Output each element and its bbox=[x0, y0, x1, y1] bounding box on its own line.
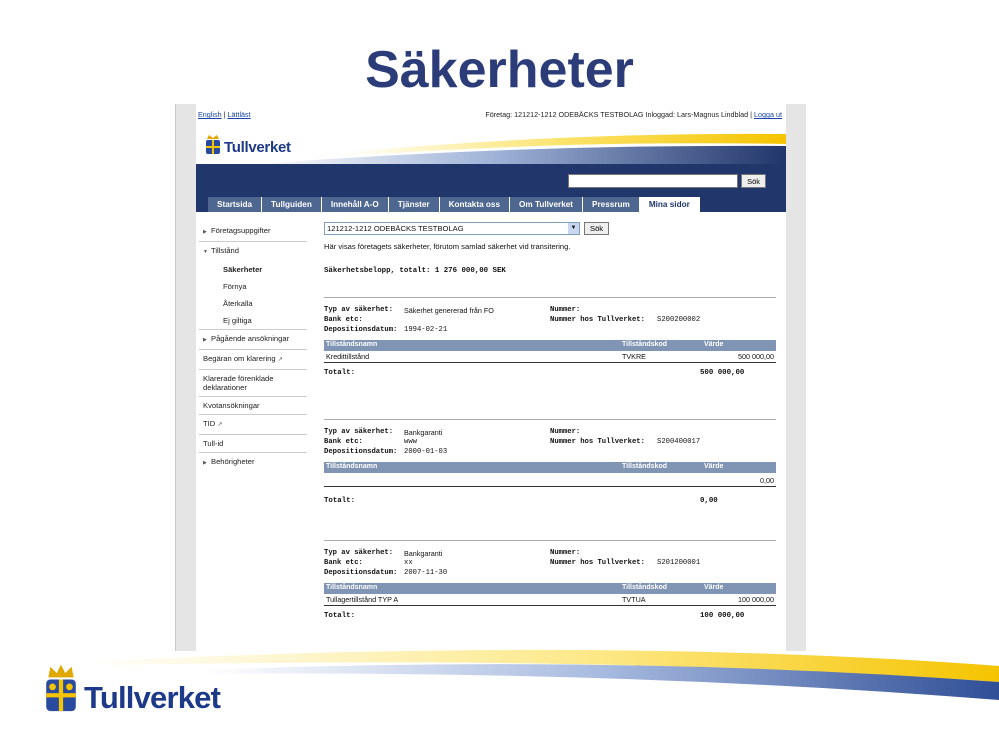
site-search: Sök bbox=[568, 174, 766, 188]
browser-screenshot: English | Lättläst Företag: 121212-1212 … bbox=[175, 104, 806, 651]
intro-text: Här visas företagets säkerheter, förutom… bbox=[324, 242, 571, 251]
main-tabs: Startsida Tullguiden Innehåll A-O Tjänst… bbox=[208, 197, 700, 212]
header-logo[interactable]: Tullverket bbox=[204, 134, 291, 156]
main-content: 121212-1212 ODEBÄCKS TESTBOLAG ▼ Sök Här … bbox=[324, 222, 776, 620]
sidebar-item-tillstand[interactable]: ▼ Tillstånd bbox=[199, 242, 307, 261]
sidebar-item-klarerade[interactable]: Klarerade förenklade deklarationer bbox=[199, 370, 307, 397]
sidebar-item-sakerheter[interactable]: Säkerheter bbox=[199, 261, 307, 278]
crown-shield-icon bbox=[46, 664, 76, 712]
block-total: Totalt: 0,00 bbox=[324, 497, 718, 505]
tab-pressrum[interactable]: Pressrum bbox=[583, 197, 640, 212]
tab-innehall[interactable]: Innehåll A-O bbox=[321, 197, 389, 212]
sidebar-item-foretagsuppgifter[interactable]: ▶ Företagsuppgifter bbox=[199, 222, 307, 242]
slide: Säkerheter English | Lättläst Företag: 1… bbox=[0, 0, 999, 749]
header-brand: Tullverket bbox=[224, 139, 291, 156]
sidebar-item-begaran[interactable]: Begäran om klarering ↗ bbox=[199, 350, 307, 370]
company-select[interactable]: 121212-1212 ODEBÄCKS TESTBOLAG ▼ bbox=[324, 222, 580, 235]
sidebar-item-ej-giltiga[interactable]: Ej giltiga bbox=[199, 312, 307, 330]
arrow-down-icon: ▼ bbox=[203, 249, 208, 255]
tab-startsida[interactable]: Startsida bbox=[208, 197, 263, 212]
crown-shield-icon bbox=[206, 135, 220, 154]
company-search-button[interactable]: Sök bbox=[584, 222, 610, 235]
tab-mina-sidor[interactable]: Mina sidor bbox=[639, 197, 700, 212]
sidebar-item-kvotansokningar[interactable]: Kvotansökningar bbox=[199, 397, 307, 415]
search-input[interactable] bbox=[568, 174, 739, 188]
arrow-right-icon: ▶ bbox=[203, 460, 207, 466]
footer-brand: Tullverket bbox=[84, 680, 221, 715]
table-row: 0,00 bbox=[324, 473, 776, 487]
chevron-down-icon: ▼ bbox=[568, 223, 579, 234]
sidebar-item-tid[interactable]: TID ↗ bbox=[199, 415, 307, 435]
tab-om-tullverket[interactable]: Om Tullverket bbox=[510, 197, 584, 212]
search-button[interactable]: Sök bbox=[741, 174, 766, 188]
tab-tullguiden[interactable]: Tullguiden bbox=[262, 197, 322, 212]
sidebar-item-pagaende[interactable]: ▶ Pågående ansökningar bbox=[199, 330, 307, 350]
security-block: Typ av säkerhet: Bankgaranti Nummer: Bank … bbox=[324, 419, 776, 509]
external-link-icon: ↗ bbox=[217, 422, 223, 428]
table-header: Tillståndsnamn Tillståndskod Värde bbox=[324, 340, 776, 351]
block-total: Totalt: 100 000,00 bbox=[324, 612, 745, 620]
table-row: Tullagertillstånd TYP A TVTUA 100 000,00 bbox=[324, 595, 776, 606]
table-header: Tillståndsnamn Tillståndskod Värde bbox=[324, 583, 776, 594]
table-header: Tillståndsnamn Tillståndskod Värde bbox=[324, 462, 776, 473]
total-security-amount: Säkerhetsbelopp, totalt: 1 276 000,00 SE… bbox=[324, 267, 506, 275]
block-total: Totalt: 500 000,00 bbox=[324, 369, 745, 377]
arrow-right-icon: ▶ bbox=[203, 229, 207, 235]
external-link-icon: ↗ bbox=[277, 357, 283, 363]
tab-tjanster[interactable]: Tjänster bbox=[388, 197, 440, 212]
slide-title: Säkerheter bbox=[365, 41, 634, 99]
sidebar-item-fornya[interactable]: Förnya bbox=[199, 278, 307, 295]
sidebar-item-tull-id[interactable]: Tull-id bbox=[199, 435, 307, 453]
tab-kontakta[interactable]: Kontakta oss bbox=[439, 197, 511, 212]
footer-logo: Tullverket bbox=[42, 664, 221, 716]
table-row: Kredittillstånd TVKRE 500 000,00 bbox=[324, 352, 776, 363]
web-page: English | Lättläst Företag: 121212-1212 … bbox=[196, 104, 786, 651]
sidebar: ▶ Företagsuppgifter ▼ Tillstånd Säkerheter… bbox=[199, 222, 307, 472]
security-block: Typ av säkerhet: Bankgaranti Nummer: Bank … bbox=[324, 540, 776, 624]
sidebar-item-behorigheter[interactable]: ▶ Behörigheter bbox=[199, 453, 307, 472]
sidebar-item-aterkalla[interactable]: Återkalla bbox=[199, 295, 307, 312]
arrow-right-icon: ▶ bbox=[203, 337, 207, 343]
security-block: Typ av säkerhet: Säkerhet genererad från … bbox=[324, 297, 776, 381]
